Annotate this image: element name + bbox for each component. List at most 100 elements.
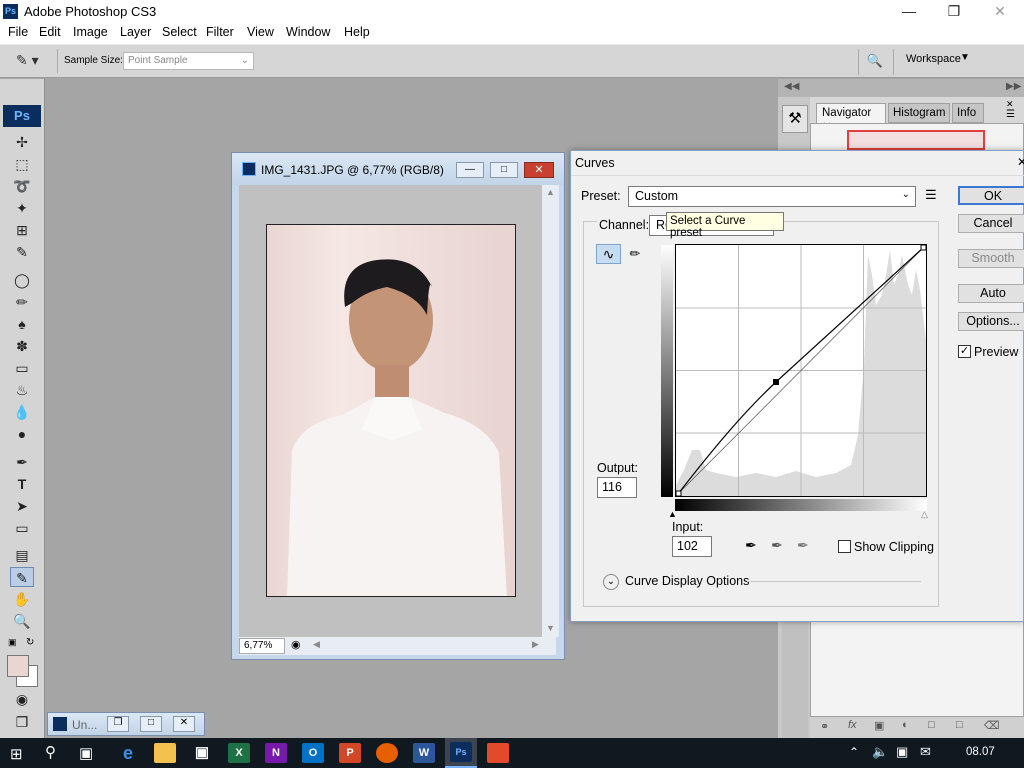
vertical-scrollbar[interactable]: ▲ ▼ <box>542 185 559 637</box>
auto-button[interactable]: Auto <box>958 284 1024 303</box>
menu-layer[interactable]: Layer <box>120 25 151 39</box>
file-explorer-icon[interactable] <box>154 743 176 763</box>
screen-mode-icon[interactable]: ❐ <box>10 712 34 732</box>
white-point-slider-icon[interactable]: △ <box>921 509 928 520</box>
store-icon[interactable]: ▣ <box>191 743 213 763</box>
move-tool-icon[interactable]: ✢ <box>10 132 34 152</box>
zoom-tool-icon[interactable]: 🔍 <box>10 611 34 631</box>
eyedropper-tool-preset-icon[interactable]: ✎ ▾ <box>16 52 50 72</box>
tool-presets-icon[interactable]: ⚒ <box>782 105 808 133</box>
crop-tool-icon[interactable]: ⊞ <box>10 220 34 240</box>
volume-muted-icon[interactable]: 🔈 <box>872 744 888 760</box>
foreground-color-swatch[interactable] <box>7 655 29 677</box>
output-field[interactable]: 116 <box>597 477 637 498</box>
menu-edit[interactable]: Edit <box>39 25 61 39</box>
input-field[interactable]: 102 <box>672 536 712 557</box>
healing-brush-tool-icon[interactable]: ◯ <box>10 270 34 290</box>
white-eyedropper-icon[interactable]: ✒ <box>797 537 809 554</box>
scroll-left-icon[interactable]: ◀ <box>313 639 320 650</box>
network-icon[interactable]: ▣ <box>896 744 908 760</box>
action-center-icon[interactable]: ✉ <box>920 744 931 760</box>
clone-stamp-tool-icon[interactable]: ♠ <box>10 314 34 334</box>
cancel-button[interactable]: Cancel <box>958 214 1024 233</box>
zoom-field[interactable]: 6,77% <box>239 638 285 654</box>
dodge-tool-icon[interactable]: ● <box>10 424 34 444</box>
curve-point-tool-icon[interactable]: ∿ <box>596 244 621 264</box>
gray-eyedropper-icon[interactable]: ✒ <box>771 537 783 554</box>
history-brush-tool-icon[interactable]: ✽ <box>10 336 34 356</box>
tab-info[interactable]: Info <box>952 103 984 123</box>
pen-tool-icon[interactable]: ✒ <box>10 452 34 472</box>
preset-options-icon[interactable]: ☰ <box>925 187 937 203</box>
fx-icon[interactable]: fx <box>848 719 857 731</box>
bridge-icon[interactable]: 🔍 <box>864 51 886 71</box>
swap-colors-icon[interactable]: ↻ <box>26 637 34 648</box>
maximize-button[interactable]: ❐ <box>931 0 977 24</box>
menu-window[interactable]: Window <box>286 25 330 39</box>
adjustment-icon[interactable]: ◐ <box>902 719 909 731</box>
curve-display-options-label[interactable]: Curve Display Options <box>625 574 749 588</box>
scroll-down-icon[interactable]: ▼ <box>546 623 555 633</box>
close-icon[interactable]: ✕ <box>173 716 195 732</box>
menu-filter[interactable]: Filter <box>206 25 234 39</box>
onenote-icon[interactable]: N <box>265 743 287 763</box>
close-icon[interactable]: ✕ <box>524 162 554 178</box>
preview-checkbox[interactable]: ✓ <box>958 345 971 358</box>
marquee-tool-icon[interactable]: ⬚ <box>10 154 34 174</box>
excel-icon[interactable]: X <box>228 743 250 763</box>
minimize-button[interactable]: — <box>886 0 932 24</box>
brush-tool-icon[interactable]: ✏ <box>10 292 34 312</box>
hand-tool-icon[interactable]: ✋ <box>10 589 34 609</box>
trash-icon[interactable]: ⌫ <box>984 719 1000 732</box>
powerpoint-icon[interactable]: P <box>339 743 361 763</box>
maximize-icon[interactable]: □ <box>490 162 518 178</box>
collapse-right-icon[interactable]: ▶▶ <box>1006 81 1021 92</box>
canvas-area[interactable]: ▲ ▼ <box>239 185 559 637</box>
rectangle-tool-icon[interactable]: ▭ <box>10 518 34 538</box>
folder-icon[interactable]: □ <box>928 719 935 731</box>
collapse-left-icon[interactable]: ◀◀ <box>784 81 799 92</box>
slice-tool-icon[interactable]: ✎ <box>10 242 34 262</box>
tab-navigator[interactable]: Navigator ✕ <box>816 103 886 133</box>
black-point-slider-icon[interactable]: ▲ <box>668 509 677 519</box>
eraser-tool-icon[interactable]: ▭ <box>10 358 34 378</box>
chevron-up-icon[interactable]: ⌃ <box>849 745 859 759</box>
eyedropper-tool-icon[interactable]: ✎ <box>10 567 34 587</box>
scroll-right-icon[interactable]: ▶ <box>532 639 539 650</box>
workspace-button[interactable]: Workspace <box>906 53 961 65</box>
path-selection-tool-icon[interactable]: ➤ <box>10 496 34 516</box>
ok-button[interactable]: OK <box>958 186 1024 205</box>
curve-graph[interactable] <box>675 244 927 497</box>
panel-menu-icon[interactable]: ☰ <box>1006 109 1015 120</box>
edge-icon[interactable]: e <box>117 743 139 763</box>
status-menu-icon[interactable]: ◉ <box>291 638 301 651</box>
smooth-button[interactable]: Smooth <box>958 249 1024 268</box>
outlook-icon[interactable]: O <box>302 743 324 763</box>
close-button[interactable]: ✕ <box>977 0 1023 24</box>
blur-tool-icon[interactable]: 💧 <box>10 402 34 422</box>
minimized-document[interactable]: Un... ❐ □ ✕ <box>47 712 205 736</box>
mask-icon[interactable]: ▣ <box>874 719 884 732</box>
maximize-icon[interactable]: □ <box>140 716 162 732</box>
quick-mask-icon[interactable]: ◉ <box>10 689 34 709</box>
menu-help[interactable]: Help <box>344 25 370 39</box>
menu-file[interactable]: File <box>8 25 28 39</box>
paint-bucket-tool-icon[interactable]: ♨ <box>10 380 34 400</box>
curve-endpoint[interactable] <box>920 244 927 251</box>
link-icon[interactable]: ⚭ <box>820 720 829 733</box>
photoshop-taskbar-button[interactable]: Ps <box>445 738 477 768</box>
type-tool-icon[interactable]: T <box>10 474 34 494</box>
magic-wand-tool-icon[interactable]: ✦ <box>10 198 34 218</box>
lasso-tool-icon[interactable]: ➰ <box>10 176 34 196</box>
menu-view[interactable]: View <box>247 25 274 39</box>
curve-endpoint[interactable] <box>675 490 682 497</box>
notes-tool-icon[interactable]: ▤ <box>10 545 34 565</box>
show-clipping-checkbox[interactable] <box>838 540 851 553</box>
task-view-icon[interactable]: ▣ <box>79 744 93 762</box>
new-layer-icon[interactable]: □ <box>956 719 963 731</box>
restore-icon[interactable]: ❐ <box>107 716 129 732</box>
sample-size-select[interactable]: Point Sample ⌄ <box>123 52 254 70</box>
black-eyedropper-icon[interactable]: ✒ <box>745 537 757 554</box>
start-windows-icon[interactable]: ⊞ <box>10 745 23 763</box>
curve-point[interactable] <box>773 379 779 385</box>
